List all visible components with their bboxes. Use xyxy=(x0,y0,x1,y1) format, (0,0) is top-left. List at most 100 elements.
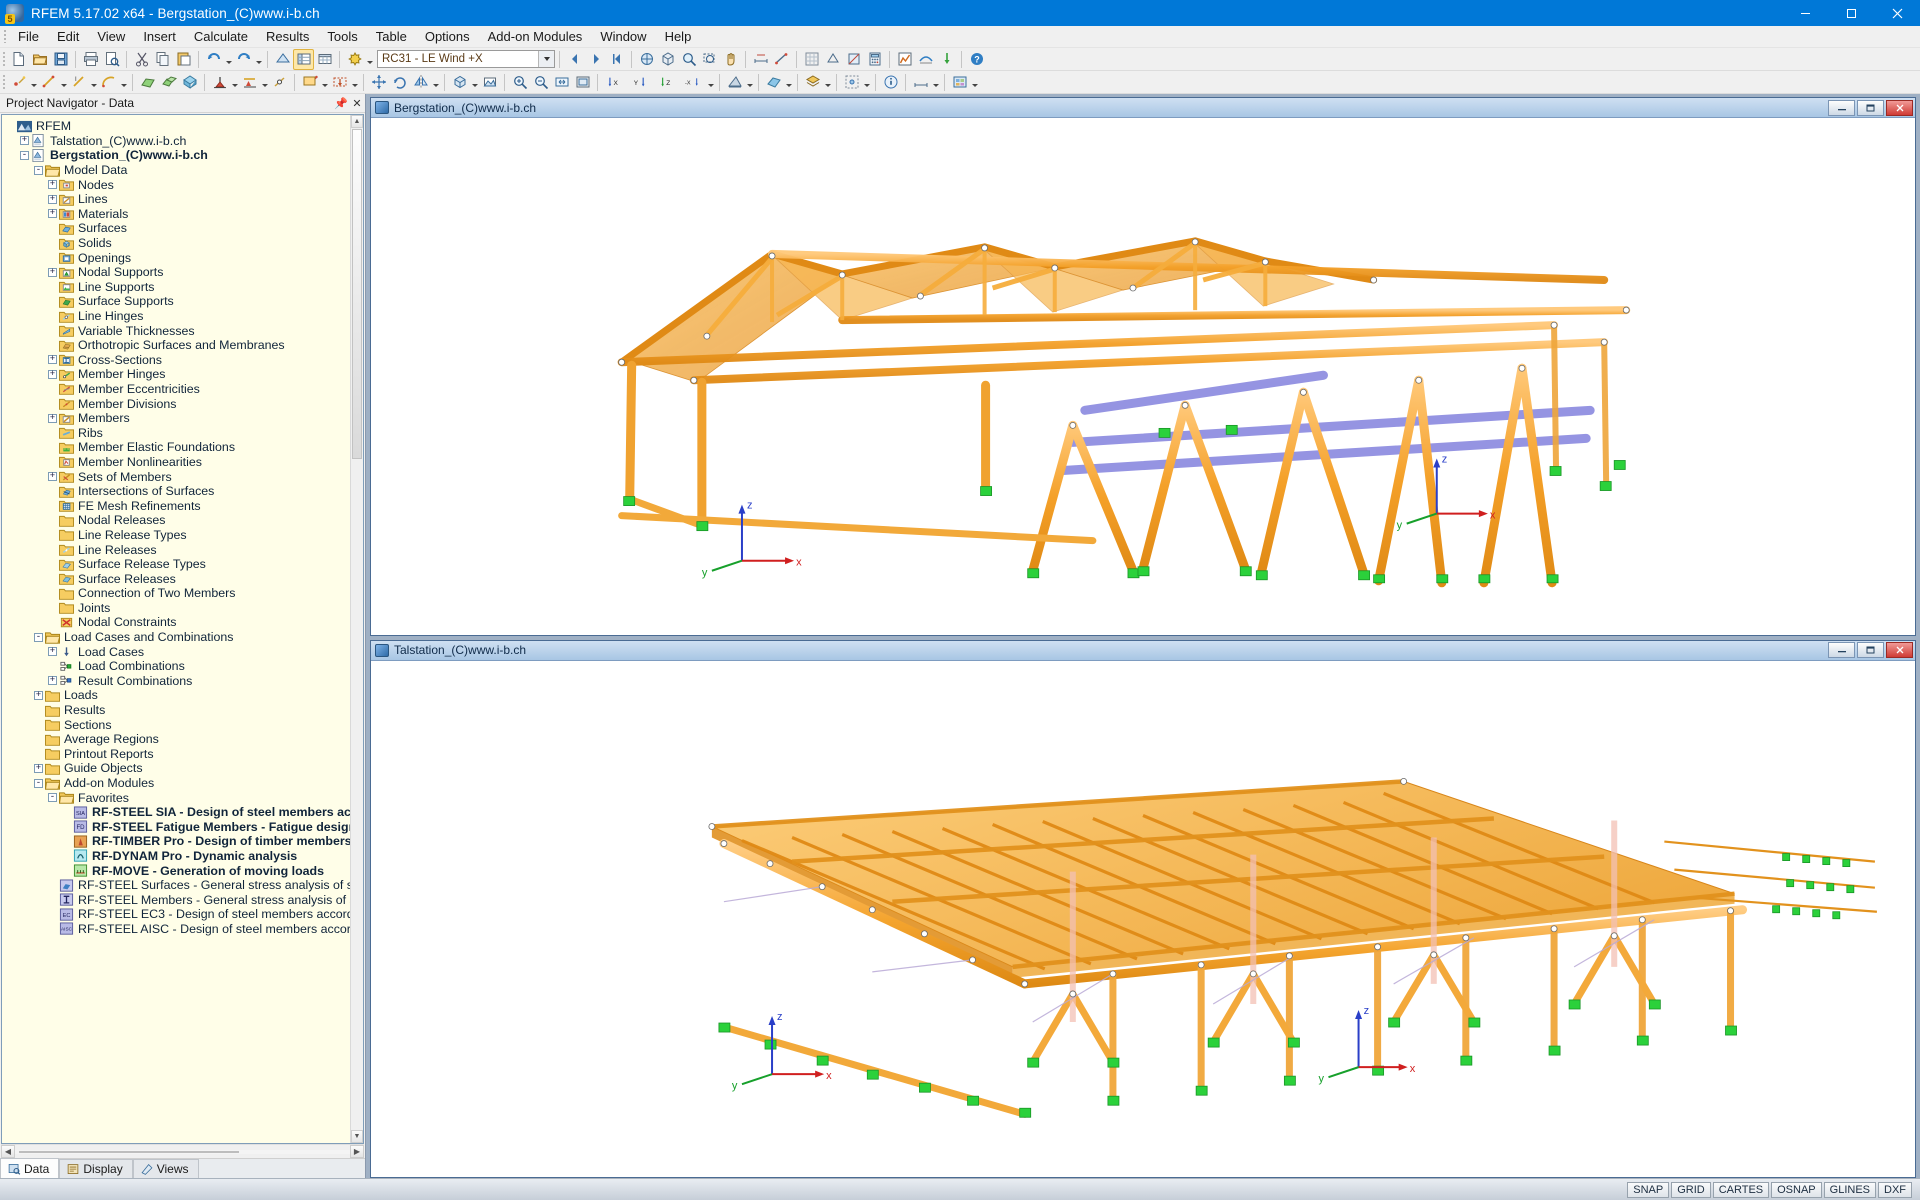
menu-window[interactable]: Window xyxy=(591,26,655,48)
tree-item[interactable]: +Result Combinations xyxy=(6,674,350,689)
insert-arc-icon[interactable] xyxy=(98,72,119,93)
tree-item[interactable]: Member Eccentricities xyxy=(6,382,350,397)
zoom-window-icon[interactable] xyxy=(699,49,720,70)
mirror-icon[interactable] xyxy=(410,72,431,93)
insert-line-dropdown-icon[interactable] xyxy=(59,72,68,93)
expand-icon[interactable]: + xyxy=(48,414,57,423)
tree-item[interactable]: FDRF-STEEL Fatigue Members - Fatigue des… xyxy=(6,820,350,835)
tab-display[interactable]: Display xyxy=(59,1159,132,1178)
insert-load-icon[interactable] xyxy=(299,72,320,93)
menu-file[interactable]: File xyxy=(9,26,48,48)
printout-report-icon[interactable] xyxy=(724,72,745,93)
view-iso-icon[interactable] xyxy=(449,72,470,93)
tree-item[interactable]: +Load Cases xyxy=(6,644,350,659)
copy-icon[interactable] xyxy=(152,49,173,70)
section-icon[interactable] xyxy=(843,49,864,70)
tree-item[interactable]: Line Release Types xyxy=(6,528,350,543)
open-addon-module-dropdown-icon[interactable] xyxy=(970,72,979,93)
scroll-left-icon[interactable]: ◀ xyxy=(1,1145,15,1158)
tree-item[interactable]: +Nodes xyxy=(6,177,350,192)
load-case-settings-dropdown-icon[interactable] xyxy=(365,49,374,70)
tree-item[interactable]: Line Hinges xyxy=(6,309,350,324)
status-toggle-glines[interactable]: GLINES xyxy=(1824,1182,1876,1198)
tree-item[interactable]: RF-STEEL Members - General stress analys… xyxy=(6,892,350,907)
tree-item[interactable]: Surface Supports xyxy=(6,294,350,309)
layer-icon[interactable] xyxy=(802,72,823,93)
tree-item[interactable]: +Materials xyxy=(6,207,350,222)
pin-icon[interactable]: 📌 xyxy=(333,97,349,110)
tree-item[interactable]: Surfaces xyxy=(6,221,350,236)
grid-snap-icon[interactable] xyxy=(801,49,822,70)
status-toggle-osnap[interactable]: OSNAP xyxy=(1771,1182,1822,1198)
tree-horizontal-scrollbar[interactable]: ◀ ▶ xyxy=(1,1144,364,1158)
axis-dropdown-icon[interactable] xyxy=(706,72,715,93)
axis-y-icon[interactable]: Y xyxy=(628,72,654,93)
move-icon[interactable] xyxy=(368,72,389,93)
view-zoom-in-icon[interactable] xyxy=(509,72,530,93)
guide-objects-icon[interactable] xyxy=(841,72,862,93)
save-file-icon[interactable] xyxy=(50,49,71,70)
insert-nodal-support-dropdown-icon[interactable] xyxy=(230,72,239,93)
status-toggle-grid[interactable]: GRID xyxy=(1671,1182,1711,1198)
mdi-bergstation-restore-button[interactable] xyxy=(1857,100,1884,116)
expand-icon[interactable]: + xyxy=(48,676,57,685)
render-shaded-dropdown-icon[interactable] xyxy=(784,72,793,93)
redo-icon[interactable] xyxy=(233,49,254,70)
guide-objects-dropdown-icon[interactable] xyxy=(862,72,871,93)
info-icon[interactable] xyxy=(880,72,901,93)
insert-arc-dropdown-icon[interactable] xyxy=(119,72,128,93)
tree-item[interactable]: FE Mesh Refinements xyxy=(6,498,350,513)
collapse-icon[interactable]: - xyxy=(34,166,43,175)
tree-item[interactable]: Line Supports xyxy=(6,280,350,295)
view-render-icon[interactable] xyxy=(479,72,500,93)
paste-icon[interactable] xyxy=(173,49,194,70)
tree-item[interactable]: +Lines xyxy=(6,192,350,207)
print-preview-icon[interactable] xyxy=(101,49,122,70)
load-case-combo[interactable]: RC31 - LE Wind +X xyxy=(377,50,555,68)
menu-insert[interactable]: Insert xyxy=(134,26,185,48)
tab-data[interactable]: Data xyxy=(0,1158,59,1178)
pan-icon[interactable] xyxy=(720,49,741,70)
mdi-bergstation-close-button[interactable] xyxy=(1886,100,1913,116)
mdi-talstation-minimize-button[interactable] xyxy=(1828,642,1855,658)
expand-icon[interactable]: + xyxy=(34,691,43,700)
insert-line-icon[interactable] xyxy=(38,72,59,93)
tree-item[interactable]: +Cross-Sections xyxy=(6,353,350,368)
tree-item[interactable]: Connection of Two Members xyxy=(6,586,350,601)
layer-dropdown-icon[interactable] xyxy=(823,72,832,93)
expand-icon[interactable]: + xyxy=(20,136,29,145)
dimension-icon[interactable] xyxy=(750,49,771,70)
tree-item[interactable]: +Members xyxy=(6,411,350,426)
next-case-icon[interactable] xyxy=(585,49,606,70)
menu-tools[interactable]: Tools xyxy=(318,26,366,48)
insert-node-icon[interactable] xyxy=(8,72,29,93)
tree-item[interactable]: Member Elastic Foundations xyxy=(6,440,350,455)
tree-vertical-scrollbar[interactable]: ▲ ▼ xyxy=(350,115,363,1143)
insert-member-icon[interactable]: I xyxy=(68,72,89,93)
menu-edit[interactable]: Edit xyxy=(48,26,88,48)
menu-table[interactable]: Table xyxy=(367,26,416,48)
printout-report-dropdown-icon[interactable] xyxy=(745,72,754,93)
tree-item[interactable]: Line Releases xyxy=(6,542,350,557)
insert-surfaces-multi-icon[interactable] xyxy=(158,72,179,93)
wireframe-icon[interactable] xyxy=(822,49,843,70)
tree-item[interactable]: ECRF-STEEL EC3 - Design of steel members… xyxy=(6,907,350,922)
scroll-up-icon[interactable]: ▲ xyxy=(351,115,363,128)
status-toggle-snap[interactable]: SNAP xyxy=(1627,1182,1669,1198)
tab-views[interactable]: Views xyxy=(133,1159,199,1178)
collapse-icon[interactable]: - xyxy=(34,779,43,788)
expand-icon[interactable]: + xyxy=(48,355,57,364)
mdi-bergstation-minimize-button[interactable] xyxy=(1828,100,1855,116)
tree-item[interactable]: Sections xyxy=(6,717,350,732)
bergstation-3d-viewport[interactable]: z x y z xyxy=(371,118,1915,635)
cut-icon[interactable] xyxy=(131,49,152,70)
toolbar2-gripper[interactable] xyxy=(0,71,8,93)
chevron-down-icon[interactable] xyxy=(538,51,554,67)
deformation-icon[interactable] xyxy=(915,49,936,70)
open-addon-module-icon[interactable] xyxy=(949,72,970,93)
tree-item[interactable]: +Member Hinges xyxy=(6,367,350,382)
menu-help[interactable]: Help xyxy=(656,26,701,48)
mdi-window-bergstation-titlebar[interactable]: Bergstation_(C)www.i-b.ch xyxy=(371,98,1915,118)
tree-item[interactable]: Orthotropic Surfaces and Membranes xyxy=(6,338,350,353)
expand-icon[interactable]: + xyxy=(48,268,57,277)
